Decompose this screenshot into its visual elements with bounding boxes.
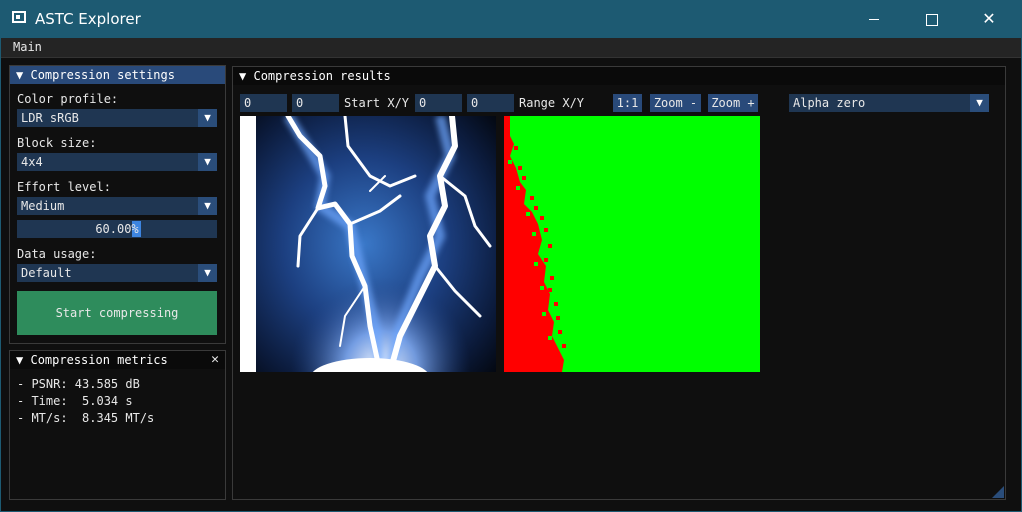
zoom-reset-button[interactable]: 1:1 bbox=[613, 94, 642, 112]
compressed-image-preview[interactable] bbox=[240, 116, 496, 372]
range-x-value: 0 bbox=[419, 96, 427, 110]
collapse-triangle-icon[interactable]: ▼ bbox=[16, 68, 23, 82]
collapse-triangle-icon[interactable]: ▼ bbox=[239, 69, 246, 83]
start-compressing-button[interactable]: Start compressing bbox=[17, 291, 217, 335]
results-panel-title: Compression results bbox=[253, 69, 391, 83]
effort-level-value: Medium bbox=[21, 199, 65, 213]
range-y-input[interactable]: 0 bbox=[467, 94, 514, 112]
range-xy-label: Range X/Y bbox=[519, 96, 585, 110]
block-size-value: 4x4 bbox=[21, 155, 43, 169]
view-mode-value: Alpha zero bbox=[793, 96, 866, 110]
settings-panel-title: Compression settings bbox=[30, 68, 175, 82]
window-title-bar[interactable]: ASTC Explorer ✕ bbox=[0, 0, 1022, 38]
start-y-input[interactable]: 0 bbox=[292, 94, 339, 112]
dropdown-arrow-icon[interactable]: ▼ bbox=[198, 109, 217, 127]
maximize-icon bbox=[926, 13, 938, 26]
collapse-triangle-icon[interactable]: ▼ bbox=[16, 353, 23, 367]
menu-bar: Main bbox=[1, 38, 1021, 58]
effort-slider-value: 60.00% bbox=[95, 222, 139, 236]
dropdown-arrow-icon[interactable]: ▼ bbox=[198, 264, 217, 282]
start-xy-label: Start X/Y bbox=[344, 96, 410, 110]
close-icon[interactable]: ✕ bbox=[211, 351, 219, 369]
lightning-image bbox=[240, 116, 496, 372]
block-size-label: Block size: bbox=[17, 136, 97, 150]
app-window-icon bbox=[12, 11, 26, 23]
close-window-button[interactable]: ✕ bbox=[966, 0, 1012, 38]
diff-mask-image bbox=[504, 116, 760, 372]
effort-level-label: Effort level: bbox=[17, 180, 111, 194]
start-y-value: 0 bbox=[296, 96, 304, 110]
resize-grip-icon[interactable] bbox=[992, 486, 1004, 498]
alpha-diff-preview[interactable] bbox=[504, 116, 760, 372]
metric-time: - Time: 5.034 s bbox=[17, 394, 133, 408]
minimize-icon bbox=[869, 19, 879, 20]
metrics-panel-title: Compression metrics bbox=[30, 353, 168, 367]
results-panel-header[interactable]: ▼ Compression results bbox=[233, 67, 1005, 85]
maximize-button[interactable] bbox=[909, 0, 955, 38]
view-mode-dropdown[interactable]: Alpha zero ▼ bbox=[789, 94, 989, 112]
metric-throughput: - MT/s: 8.345 MT/s bbox=[17, 411, 155, 425]
metrics-panel-header[interactable]: ▼ Compression metrics ✕ bbox=[10, 351, 225, 369]
dropdown-arrow-icon[interactable]: ▼ bbox=[198, 197, 217, 215]
color-profile-value: LDR sRGB bbox=[21, 111, 79, 125]
settings-panel-header[interactable]: ▼ Compression settings bbox=[10, 66, 225, 84]
effort-level-dropdown[interactable]: Medium ▼ bbox=[17, 197, 217, 215]
window-title: ASTC Explorer bbox=[35, 10, 141, 28]
data-usage-value: Default bbox=[21, 266, 72, 280]
block-size-dropdown[interactable]: 4x4 ▼ bbox=[17, 153, 217, 171]
dropdown-arrow-icon[interactable]: ▼ bbox=[198, 153, 217, 171]
minimize-button[interactable] bbox=[851, 0, 897, 38]
dropdown-arrow-icon[interactable]: ▼ bbox=[970, 94, 989, 112]
compression-metrics-panel: ▼ Compression metrics ✕ bbox=[9, 350, 226, 500]
data-usage-dropdown[interactable]: Default ▼ bbox=[17, 264, 217, 282]
range-y-value: 0 bbox=[471, 96, 479, 110]
range-x-input[interactable]: 0 bbox=[415, 94, 462, 112]
zoom-out-button[interactable]: Zoom - bbox=[650, 94, 701, 112]
start-x-value: 0 bbox=[244, 96, 252, 110]
metric-psnr: - PSNR: 43.585 dB bbox=[17, 377, 140, 391]
color-profile-dropdown[interactable]: LDR sRGB ▼ bbox=[17, 109, 217, 127]
menu-main[interactable]: Main bbox=[13, 40, 42, 54]
effort-slider[interactable]: 60.00% bbox=[17, 220, 217, 238]
window-border-left bbox=[0, 38, 1, 512]
data-usage-label: Data usage: bbox=[17, 247, 97, 261]
zoom-in-button[interactable]: Zoom + bbox=[708, 94, 758, 112]
color-profile-label: Color profile: bbox=[17, 92, 119, 106]
start-x-input[interactable]: 0 bbox=[240, 94, 287, 112]
close-icon: ✕ bbox=[982, 9, 996, 28]
